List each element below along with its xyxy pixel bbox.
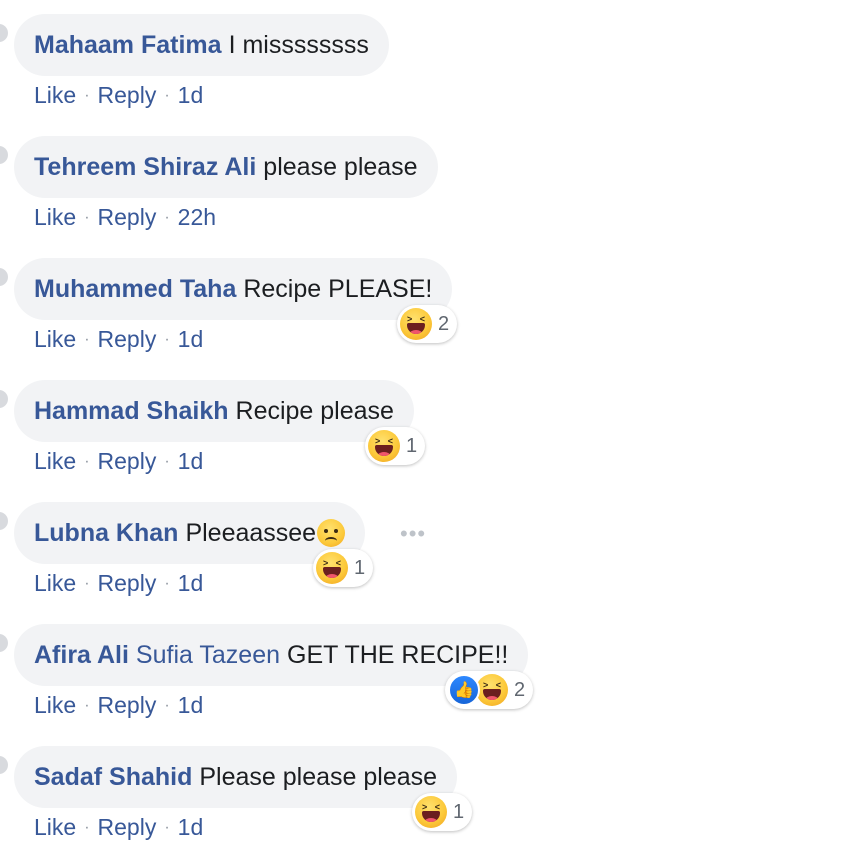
comment-text: Recipe PLEASE!	[243, 274, 433, 303]
comment-bubble: Hammad Shaikh Recipe please	[14, 380, 414, 442]
comment-bubble: Lubna Khan Pleeaassee	[14, 502, 366, 564]
like-link[interactable]: Like	[34, 692, 76, 718]
comment-author[interactable]: Muhammed Taha	[34, 275, 236, 304]
haha-icon: > <	[368, 430, 400, 462]
separator: ·	[84, 819, 90, 836]
comment-timestamp[interactable]: 22h	[178, 204, 216, 230]
comment-actions: Like · Reply · 1d	[34, 448, 203, 475]
avatar[interactable]	[0, 634, 8, 652]
separator: ·	[164, 87, 170, 104]
avatar[interactable]	[0, 756, 8, 774]
separator: ·	[84, 331, 90, 348]
reply-link[interactable]: Reply	[98, 448, 157, 474]
reaction-summary[interactable]: > < 1	[412, 793, 473, 831]
avatar[interactable]	[0, 390, 8, 408]
comment-text: Recipe please	[235, 396, 394, 425]
comment: Sadaf Shahid Please please please > < 1 L…	[0, 732, 852, 854]
comment-author[interactable]: Hammad Shaikh	[34, 397, 229, 426]
sad-tear-emoji-icon	[317, 519, 346, 547]
comment-bubble: Tehreem Shiraz Ali please please	[14, 136, 438, 198]
separator: ·	[164, 575, 170, 592]
separator: ·	[164, 453, 170, 470]
reply-link[interactable]: Reply	[98, 326, 157, 352]
like-link[interactable]: Like	[34, 814, 76, 840]
comment-text: please please	[263, 152, 418, 181]
comment-text: GET THE RECIPE!!	[287, 640, 509, 669]
haha-icon: > <	[476, 674, 508, 706]
comment-author[interactable]: Lubna Khan	[34, 519, 178, 548]
comment-author[interactable]: Mahaam Fatima	[34, 31, 222, 60]
comment: Hammad Shaikh Recipe please > < 1 Like · Re…	[0, 366, 852, 488]
comment-author[interactable]: Sadaf Shahid	[34, 763, 192, 792]
reaction-count: 1	[453, 800, 465, 823]
comment-timestamp[interactable]: 1d	[178, 82, 204, 108]
like-icon: 👍	[448, 674, 480, 706]
reply-link[interactable]: Reply	[98, 570, 157, 596]
separator: ·	[164, 331, 170, 348]
reaction-summary[interactable]: > < 1	[313, 549, 374, 587]
comment-bubble: Muhammed Taha Recipe PLEASE!	[14, 258, 453, 320]
reply-link[interactable]: Reply	[98, 692, 157, 718]
like-link[interactable]: Like	[34, 448, 76, 474]
comment-timestamp[interactable]: 1d	[178, 692, 204, 718]
separator: ·	[164, 209, 170, 226]
comment-actions: Like · Reply · 1d	[34, 326, 203, 353]
haha-icon: > <	[400, 308, 432, 340]
comment-timestamp[interactable]: 1d	[178, 326, 204, 352]
comment-text: Please please please	[199, 762, 438, 791]
like-link[interactable]: Like	[34, 570, 76, 596]
separator: ·	[84, 575, 90, 592]
avatar[interactable]	[0, 268, 8, 286]
comment-actions: Like · Reply · 1d	[34, 82, 203, 109]
separator: ·	[84, 697, 90, 714]
separator: ·	[84, 209, 90, 226]
separator: ·	[164, 819, 170, 836]
separator: ·	[84, 87, 90, 104]
reaction-count: 1	[354, 556, 366, 579]
reaction-count: 2	[514, 678, 526, 701]
comment-author[interactable]: Tehreem Shiraz Ali	[34, 153, 256, 182]
haha-icon: > <	[415, 796, 447, 828]
haha-icon: > <	[316, 552, 348, 584]
reaction-summary[interactable]: > < 2	[397, 305, 458, 343]
separator: ·	[164, 697, 170, 714]
tagged-user-link[interactable]: Sufia Tazeen	[136, 641, 280, 670]
reply-link[interactable]: Reply	[98, 82, 157, 108]
like-link[interactable]: Like	[34, 204, 76, 230]
avatar[interactable]	[0, 512, 8, 530]
separator: ·	[84, 453, 90, 470]
comment: Muhammed Taha Recipe PLEASE! > < 2 Like · R…	[0, 244, 852, 366]
comment: Afira Ali Sufia Tazeen GET THE RECIPE!! …	[0, 610, 852, 732]
like-link[interactable]: Like	[34, 82, 76, 108]
comment-timestamp[interactable]: 1d	[178, 570, 204, 596]
reply-link[interactable]: Reply	[98, 204, 157, 230]
like-link[interactable]: Like	[34, 326, 76, 352]
comment-bubble: Sadaf Shahid Please please please	[14, 746, 458, 808]
reaction-count: 2	[438, 312, 450, 335]
comment-actions: Like · Reply · 1d	[34, 814, 203, 841]
comment-actions: Like · Reply · 1d	[34, 692, 203, 719]
more-options-icon[interactable]: •••	[400, 521, 426, 547]
comment: Lubna Khan Pleeaassee ••• > < 1 Like · Repl…	[0, 488, 852, 610]
avatar[interactable]	[0, 146, 8, 164]
reaction-count: 1	[406, 434, 418, 457]
comment-bubble: Mahaam Fatima I missssssss	[14, 14, 389, 76]
reply-link[interactable]: Reply	[98, 814, 157, 840]
comment-author[interactable]: Afira Ali	[34, 641, 129, 670]
comment-text: I missssssss	[228, 30, 369, 59]
comment-text: Pleeaassee	[185, 518, 317, 547]
comment-timestamp[interactable]: 1d	[178, 814, 204, 840]
reaction-summary[interactable]: 👍 > < 2	[445, 671, 534, 709]
reaction-summary[interactable]: > < 1	[365, 427, 426, 465]
comment: Tehreem Shiraz Ali please please Like · Re…	[0, 122, 852, 244]
comment-actions: Like · Reply · 1d	[34, 570, 203, 597]
avatar[interactable]	[0, 24, 8, 42]
comment: Mahaam Fatima I missssssss Like · Reply · 1d	[0, 0, 852, 122]
comment-timestamp[interactable]: 1d	[178, 448, 204, 474]
comment-actions: Like · Reply · 22h	[34, 204, 216, 231]
